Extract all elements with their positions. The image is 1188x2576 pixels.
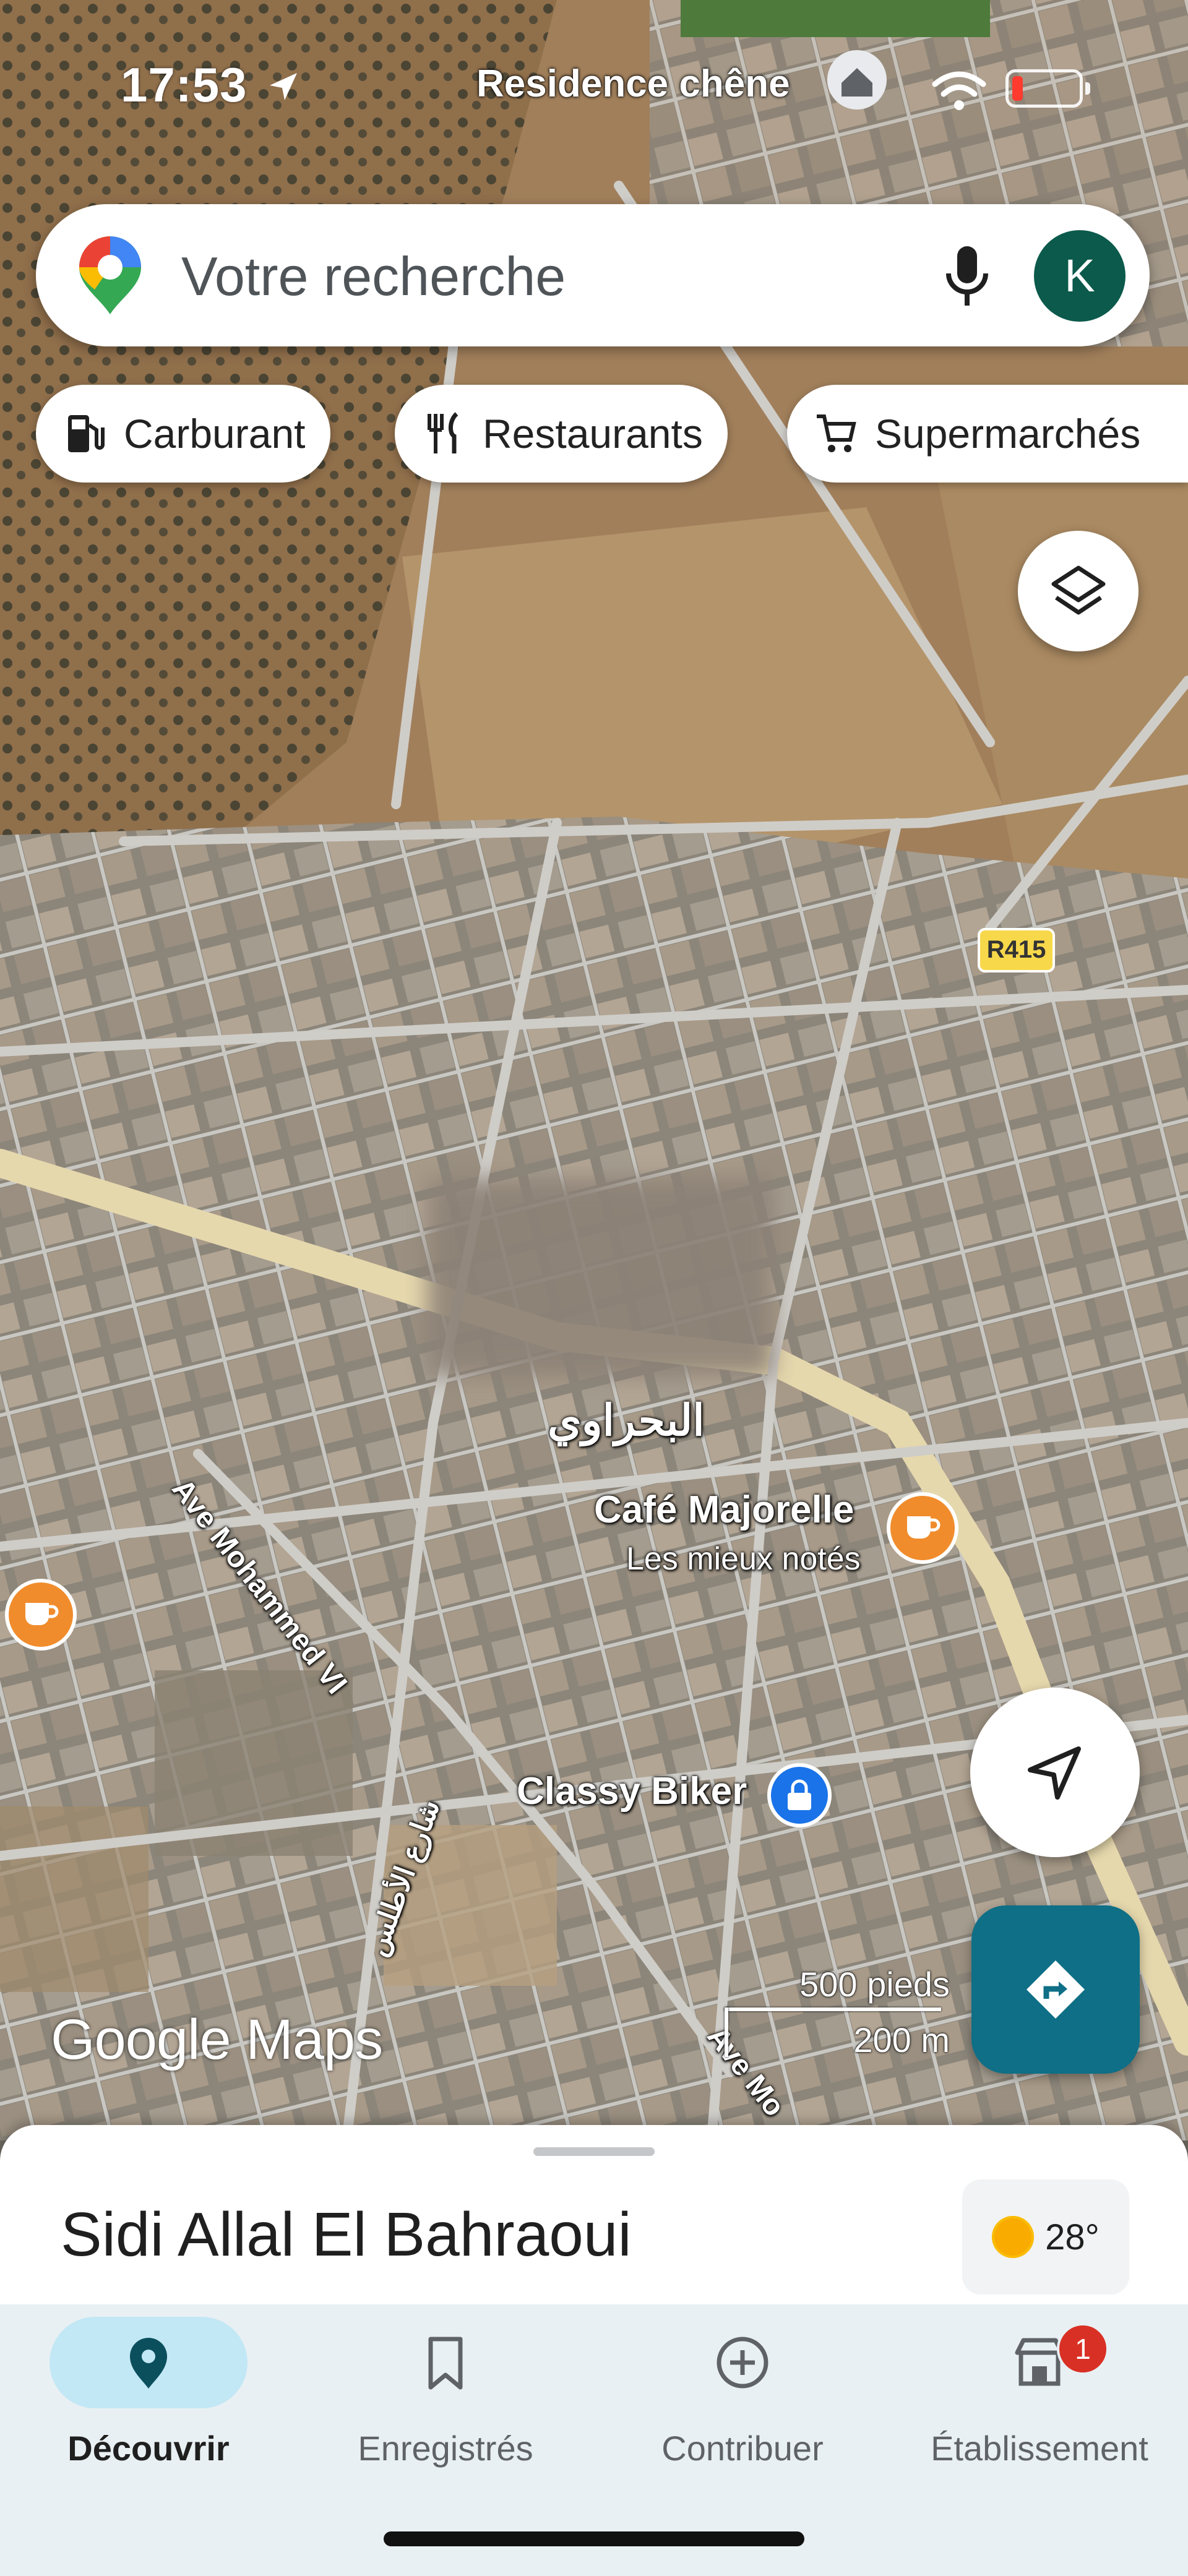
fuel-pump-icon: [68, 415, 105, 452]
chip-label: Supermarchés: [875, 411, 1141, 457]
nav-label: Établissement: [931, 2429, 1148, 2468]
lock-bag-icon: [788, 1779, 811, 1810]
status-bar: 17:53 Residence chêne: [0, 0, 1188, 161]
home-indicator[interactable]: [384, 2531, 804, 2546]
nav-label: Enregistrés: [358, 2429, 533, 2468]
weather-temp: 28°: [1045, 2217, 1100, 2257]
chip-label: Restaurants: [483, 411, 703, 457]
wifi-icon: [932, 71, 986, 110]
map-label-shop[interactable]: Classy Biker: [517, 1769, 747, 1813]
search-bar[interactable]: Votre recherche K: [36, 204, 1150, 346]
bottom-nav: Découvrir Enregistrés Contribuer 1 Établ…: [0, 2304, 1188, 2576]
search-input[interactable]: Votre recherche: [181, 245, 566, 308]
weather-chip[interactable]: 28°: [962, 2179, 1129, 2295]
nav-label: Contribuer: [661, 2429, 824, 2468]
chip-supermarches[interactable]: Supermarchés: [787, 385, 1188, 483]
map-label-arabic-area: البحراوي: [548, 1396, 705, 1445]
road-shield-label: R415: [986, 936, 1046, 963]
microphone-icon[interactable]: [942, 243, 992, 311]
map-label-cafe-subtitle: Les mieux notés: [626, 1541, 861, 1577]
scale-metric: 200 m: [853, 2020, 950, 2059]
cafe-pin-left[interactable]: [5, 1579, 77, 1651]
sheet-drag-handle[interactable]: [533, 2147, 655, 2156]
cafe-pin[interactable]: [887, 1492, 958, 1564]
shop-pin[interactable]: [767, 1763, 832, 1827]
layers-icon: [1051, 565, 1105, 614]
chip-carburant[interactable]: Carburant: [36, 385, 330, 483]
map-scale: 500 pieds 200 m: [721, 1964, 950, 2059]
nav-contribuer[interactable]: Contribuer: [594, 2304, 891, 2478]
blurred-region: [427, 1179, 773, 1376]
directions-icon: [1027, 1960, 1085, 2019]
google-maps-logo: Google Maps: [51, 2008, 383, 2071]
status-location-name: Residence chêne: [476, 62, 790, 105]
battery-icon: [1005, 69, 1090, 108]
chip-restaurants[interactable]: Restaurants: [395, 385, 728, 483]
plus-circle-icon: [717, 2337, 768, 2389]
layers-button[interactable]: [1018, 531, 1138, 651]
account-avatar[interactable]: K: [1034, 230, 1126, 322]
sun-icon: [992, 2216, 1035, 2258]
notification-badge: 1: [1057, 2323, 1109, 2375]
road-shield: R415: [978, 928, 1055, 972]
coffee-cup-icon: [907, 1516, 940, 1539]
directions-button[interactable]: [971, 1905, 1140, 2074]
place-name: Sidi Allal El Bahraoui: [61, 2200, 632, 2269]
home-pin-icon: [827, 50, 887, 109]
bottom-sheet[interactable]: Sidi Allal El Bahraoui 28°: [0, 2125, 1188, 2323]
my-location-button[interactable]: [970, 1688, 1140, 1857]
google-maps-pin-icon: [79, 236, 141, 314]
status-time: 17:53: [121, 58, 248, 112]
battery-level: [1012, 76, 1023, 101]
nav-decouvrir[interactable]: Découvrir: [0, 2304, 297, 2478]
coffee-cup-icon: [25, 1603, 59, 1625]
navigation-arrow-icon: [1028, 1746, 1081, 1800]
scale-imperial: 500 pieds: [799, 1965, 950, 2004]
nav-etablissement[interactable]: 1 Établissement: [891, 2304, 1188, 2478]
map-pin-icon: [130, 2338, 167, 2389]
bookmark-icon: [428, 2337, 463, 2390]
fork-knife-icon: [428, 412, 458, 453]
nav-label: Découvrir: [67, 2429, 230, 2468]
nav-enregistres[interactable]: Enregistrés: [297, 2304, 594, 2478]
cart-icon: [817, 414, 856, 452]
location-arrow-icon: [270, 73, 297, 100]
map-label-cafe[interactable]: Café Majorelle: [594, 1488, 854, 1532]
chip-label: Carburant: [124, 411, 306, 457]
